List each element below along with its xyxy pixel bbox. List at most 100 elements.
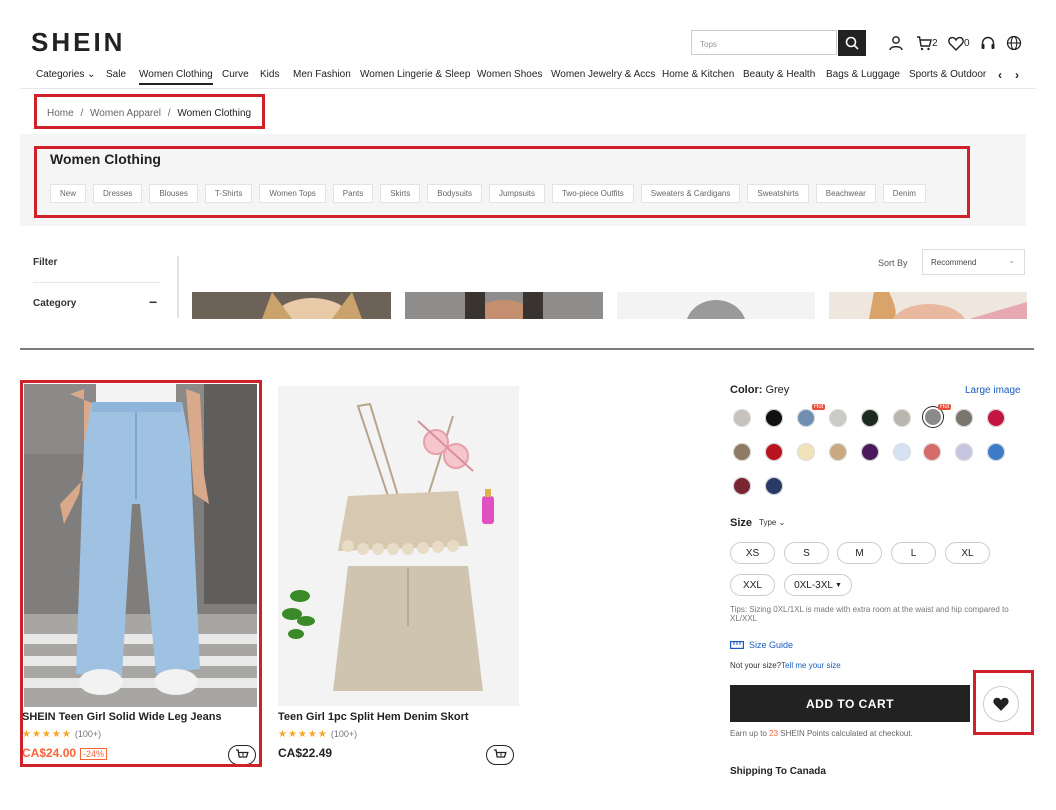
- product-thumb-1[interactable]: [192, 292, 391, 319]
- nav-categories[interactable]: Categories ⌄: [36, 69, 96, 80]
- color-swatch[interactable]: [893, 443, 911, 461]
- chip-sweatshirts[interactable]: Sweatshirts: [747, 184, 809, 203]
- color-swatch[interactable]: [797, 443, 815, 461]
- nav-sale[interactable]: Sale: [106, 69, 126, 80]
- nav-beauty-health[interactable]: Beauty & Health: [743, 69, 815, 80]
- product-title-skort[interactable]: Teen Girl 1pc Split Hem Denim Skort: [278, 711, 469, 723]
- language-button[interactable]: [1006, 34, 1022, 52]
- product-thumb-3[interactable]: [617, 292, 815, 319]
- chip-t-shirts[interactable]: T-Shirts: [204, 184, 253, 203]
- hot-badge: Hot: [938, 404, 952, 410]
- color-swatch[interactable]: [765, 409, 783, 427]
- product-price: CA$24.00 -24%: [22, 746, 108, 760]
- nav-curve[interactable]: Curve: [222, 69, 249, 80]
- cart-icon: [917, 36, 932, 51]
- filter-divider: [33, 282, 160, 283]
- product-thumb-4[interactable]: [829, 292, 1027, 319]
- nav-sports-outdoor[interactable]: Sports & Outdoor: [909, 69, 986, 80]
- size-type-select[interactable]: Type ⌄: [759, 518, 785, 527]
- chip-denim[interactable]: Denim: [882, 184, 926, 203]
- size-xl[interactable]: XL: [945, 542, 990, 564]
- color-swatch[interactable]: [893, 409, 911, 427]
- add-to-cart-button[interactable]: ADD TO CART: [730, 685, 970, 722]
- nav-men-fashion[interactable]: Men Fashion: [293, 69, 351, 80]
- chip-skirts[interactable]: Skirts: [380, 184, 421, 203]
- nav-home-kitchen[interactable]: Home & Kitchen: [662, 69, 734, 80]
- color-swatch[interactable]: [861, 443, 879, 461]
- color-swatch[interactable]: [923, 443, 941, 461]
- color-swatch[interactable]: [861, 409, 879, 427]
- color-label: Color: Grey: [730, 384, 790, 396]
- nav-women-clothing[interactable]: Women Clothing: [139, 69, 213, 85]
- wishlist-button[interactable]: [983, 686, 1019, 722]
- nav-women-lingerie[interactable]: Women Lingerie & Sleep: [360, 69, 470, 80]
- breadcrumb-women-apparel[interactable]: Women Apparel: [90, 108, 161, 119]
- color-swatch[interactable]: [797, 409, 815, 427]
- nav-prev-arrow[interactable]: ‹: [998, 68, 1002, 82]
- color-swatch[interactable]: [765, 477, 783, 495]
- size-guide-link[interactable]: Size Guide: [730, 640, 793, 650]
- tell-me-size-link[interactable]: Tell me your size: [781, 661, 841, 670]
- large-image-link[interactable]: Large image: [965, 385, 1021, 396]
- sidebar-divider: [177, 256, 179, 318]
- search-button[interactable]: [838, 30, 866, 56]
- shein-logo[interactable]: SHEIN: [31, 27, 125, 58]
- color-swatch[interactable]: [829, 443, 847, 461]
- chevron-down-icon: ⌄: [87, 69, 96, 80]
- breadcrumb: Home / Women Apparel / Women Clothing: [47, 108, 252, 119]
- add-to-cart-icon-button[interactable]: [486, 745, 514, 765]
- chip-sweaters[interactable]: Sweaters & Cardigans: [640, 184, 741, 203]
- ruler-icon: [730, 641, 744, 649]
- color-swatch[interactable]: [987, 409, 1005, 427]
- product-image-skort[interactable]: [278, 386, 519, 706]
- chip-dresses[interactable]: Dresses: [93, 184, 143, 203]
- nav-divider: [20, 88, 1036, 89]
- heart-icon: [993, 697, 1009, 711]
- product-title-jeans[interactable]: SHEIN Teen Girl Solid Wide Leg Jeans: [22, 711, 257, 723]
- nav-kids[interactable]: Kids: [260, 69, 279, 80]
- hot-badge: Hot: [812, 404, 826, 410]
- collapse-icon[interactable]: −: [149, 294, 157, 310]
- color-swatch-selected[interactable]: [923, 407, 943, 427]
- color-swatch[interactable]: [733, 409, 751, 427]
- size-xs[interactable]: XS: [730, 542, 775, 564]
- color-swatch[interactable]: [987, 443, 1005, 461]
- support-button[interactable]: [980, 34, 996, 52]
- sort-select[interactable]: Recommend ⌄: [922, 249, 1025, 275]
- chip-pants[interactable]: Pants: [332, 184, 374, 203]
- chip-new[interactable]: New: [50, 184, 87, 203]
- chip-bodysuits[interactable]: Bodysuits: [427, 184, 482, 203]
- chip-jumpsuits[interactable]: Jumpsuits: [488, 184, 545, 203]
- size-0xl-3xl[interactable]: 0XL-3XL ▼: [784, 574, 852, 596]
- nav-women-jewelry[interactable]: Women Jewelry & Accs: [551, 69, 655, 80]
- color-swatch[interactable]: [765, 443, 783, 461]
- color-swatch[interactable]: [733, 477, 751, 495]
- add-to-cart-icon-button[interactable]: [228, 745, 256, 765]
- product-image-jeans[interactable]: [24, 384, 257, 707]
- chip-beachwear[interactable]: Beachwear: [815, 184, 876, 203]
- color-swatch[interactable]: [829, 409, 847, 427]
- size-s[interactable]: S: [784, 542, 829, 564]
- size-xxl[interactable]: XXL: [730, 574, 775, 596]
- breadcrumb-home[interactable]: Home: [47, 108, 74, 119]
- category-filter-label[interactable]: Category: [33, 298, 76, 309]
- cart-header-button[interactable]: 2: [916, 34, 938, 52]
- color-swatch[interactable]: [955, 443, 973, 461]
- nav-bags-luggage[interactable]: Bags & Luggage: [826, 69, 900, 80]
- account-button[interactable]: [888, 34, 904, 52]
- size-m[interactable]: M: [837, 542, 882, 564]
- chip-women-tops[interactable]: Women Tops: [259, 184, 326, 203]
- chip-two-piece[interactable]: Two-piece Outfits: [551, 184, 634, 203]
- chip-blouses[interactable]: Blouses: [149, 184, 198, 203]
- color-swatch[interactable]: [733, 443, 751, 461]
- search-input[interactable]: Tops: [691, 30, 837, 55]
- nav-next-arrow[interactable]: ›: [1015, 68, 1019, 82]
- heart-outline-icon: [948, 36, 964, 51]
- color-swatch[interactable]: [955, 409, 973, 427]
- wishlist-header-button[interactable]: 0: [948, 34, 970, 52]
- product-thumb-2[interactable]: [405, 292, 603, 319]
- size-l[interactable]: L: [891, 542, 936, 564]
- page-title: Women Clothing: [50, 151, 161, 167]
- rating-stars: ★★★★★ (100+): [278, 729, 358, 740]
- nav-women-shoes[interactable]: Women Shoes: [477, 69, 542, 80]
